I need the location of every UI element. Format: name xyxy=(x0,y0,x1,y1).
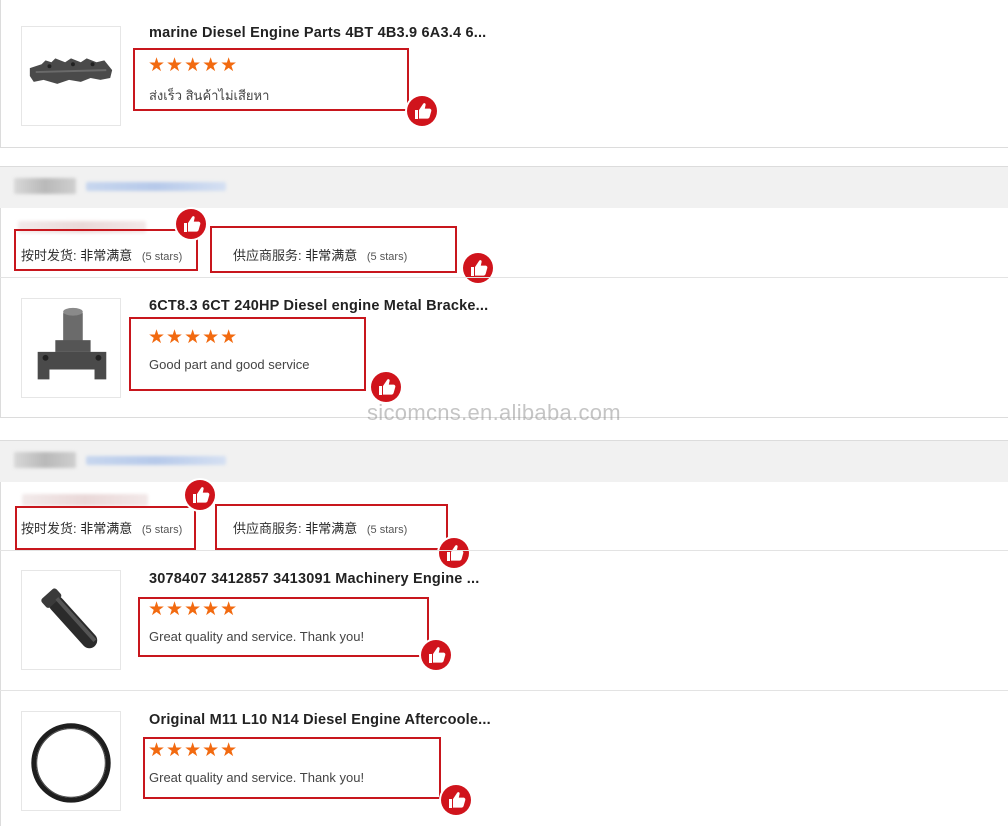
watermark: sicomcns.en.alibaba.com xyxy=(367,400,621,425)
thumbs-up-icon xyxy=(176,209,206,239)
product-thumbnail-manifold[interactable] xyxy=(21,26,121,126)
buyer-date xyxy=(22,494,148,506)
highlight-box xyxy=(129,317,366,391)
thumbs-up-icon xyxy=(371,372,401,402)
thumbs-up-icon xyxy=(439,538,469,568)
highlight-box xyxy=(215,504,448,550)
highlight-box xyxy=(15,506,196,550)
divider xyxy=(0,690,1008,691)
divider xyxy=(0,277,1008,278)
product-thumbnail-pin[interactable] xyxy=(21,570,121,670)
divider xyxy=(0,550,1008,551)
highlight-box xyxy=(210,226,457,273)
product-title[interactable]: Original M11 L10 N14 Diesel Engine After… xyxy=(149,712,494,728)
product-title[interactable]: marine Diesel Engine Parts 4BT 4B3.9 6A3… xyxy=(149,25,494,41)
buyer-avatar xyxy=(14,452,76,468)
product-thumbnail-oring[interactable] xyxy=(21,711,121,811)
buyer-name xyxy=(86,456,226,465)
thumbs-up-icon xyxy=(407,96,437,126)
highlight-box xyxy=(133,48,409,111)
highlight-box xyxy=(143,737,441,799)
product-title[interactable]: 3078407 3412857 3413091 Machinery Engine… xyxy=(149,571,494,587)
product-thumbnail-bracket[interactable] xyxy=(21,298,121,398)
thumbs-up-icon xyxy=(421,640,451,670)
buyer-name xyxy=(86,182,226,191)
thumbs-up-icon xyxy=(185,480,215,510)
highlight-box xyxy=(138,597,429,657)
highlight-box xyxy=(14,229,198,271)
thumbs-up-icon xyxy=(463,253,493,283)
product-title[interactable]: 6CT8.3 6CT 240HP Diesel engine Metal Bra… xyxy=(149,298,494,314)
buyer-avatar xyxy=(14,178,76,194)
thumbs-up-icon xyxy=(441,785,471,815)
